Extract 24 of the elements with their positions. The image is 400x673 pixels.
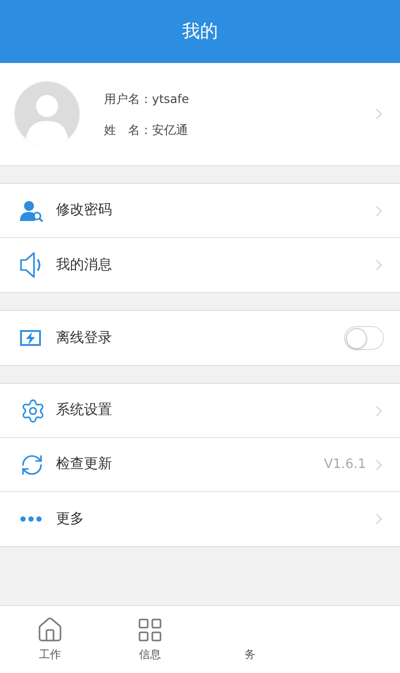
- menu-label: 我的消息: [56, 256, 113, 274]
- version-text: V1.6.1: [324, 456, 366, 474]
- refresh-icon: [20, 452, 44, 476]
- menu-label: 系统设置: [56, 401, 113, 420]
- menu-label: 离线登录: [56, 328, 113, 348]
- more-icon: [20, 516, 42, 522]
- user-search-icon: [20, 200, 44, 222]
- avatar-icon: [14, 81, 80, 147]
- tab-item[interactable]: 务: [200, 606, 300, 673]
- lightning-icon: [20, 329, 42, 347]
- tab-item[interactable]: 信息: [100, 606, 200, 673]
- speaker-icon: [20, 252, 42, 278]
- menu-label: 修改密码: [56, 201, 113, 220]
- settings-icon: [20, 398, 46, 424]
- toggle-switch[interactable]: [344, 326, 384, 350]
- username-text: 用户名：ytsafe: [104, 90, 190, 108]
- home-icon: [36, 616, 64, 644]
- menu-label: 更多: [56, 510, 85, 528]
- page-title: 我的: [182, 20, 218, 44]
- profile-card[interactable]: 用户名：ytsafe 姓 名：安亿通: [0, 63, 400, 166]
- name-text: 姓 名：安亿通: [104, 122, 189, 138]
- menu-label: 检查更新: [56, 455, 113, 474]
- grid-icon: [136, 616, 164, 644]
- tab-item[interactable]: 工作: [0, 606, 100, 673]
